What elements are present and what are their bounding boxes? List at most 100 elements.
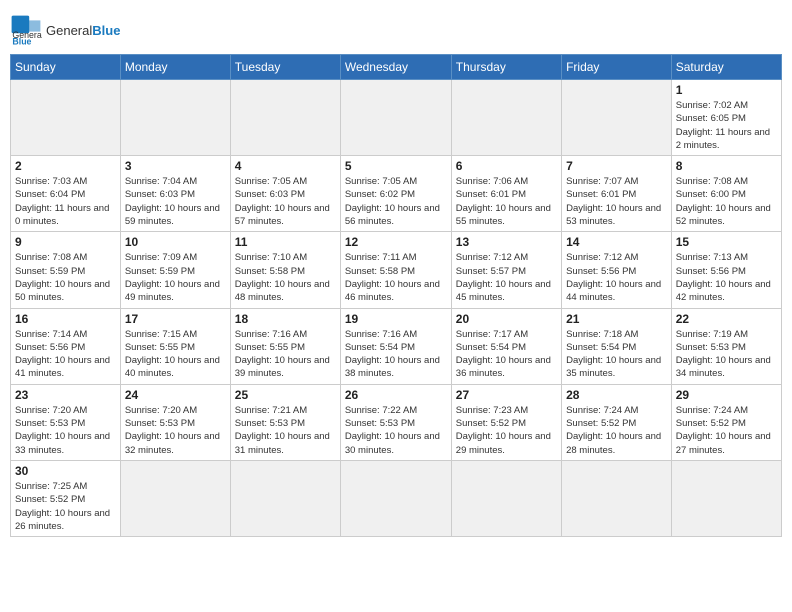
day-number: 12 bbox=[345, 235, 447, 249]
day-number: 23 bbox=[15, 388, 116, 402]
calendar-day-cell: 3Sunrise: 7:04 AMSunset: 6:03 PMDaylight… bbox=[120, 156, 230, 232]
calendar-table: SundayMondayTuesdayWednesdayThursdayFrid… bbox=[10, 54, 782, 537]
calendar-day-header: Thursday bbox=[451, 55, 561, 80]
day-info: Sunrise: 7:10 AMSunset: 5:58 PMDaylight:… bbox=[235, 251, 336, 304]
day-number: 11 bbox=[235, 235, 336, 249]
calendar-day-cell: 25Sunrise: 7:21 AMSunset: 5:53 PMDayligh… bbox=[230, 384, 340, 460]
day-info: Sunrise: 7:05 AMSunset: 6:03 PMDaylight:… bbox=[235, 175, 336, 228]
day-number: 29 bbox=[676, 388, 777, 402]
calendar-day-cell: 10Sunrise: 7:09 AMSunset: 5:59 PMDayligh… bbox=[120, 232, 230, 308]
day-info: Sunrise: 7:05 AMSunset: 6:02 PMDaylight:… bbox=[345, 175, 447, 228]
day-number: 26 bbox=[345, 388, 447, 402]
calendar-day-cell: 21 Sunrise: 7:18 AMSunset: 5:54 PMDayligh… bbox=[562, 308, 672, 384]
calendar-day-cell: 5Sunrise: 7:05 AMSunset: 6:02 PMDaylight… bbox=[340, 156, 451, 232]
day-info: Sunrise: 7:24 AMSunset: 5:52 PMDaylight:… bbox=[566, 404, 667, 457]
calendar-day-header: Sunday bbox=[11, 55, 121, 80]
calendar-day-cell bbox=[230, 460, 340, 536]
day-info: Sunrise: 7:09 AMSunset: 5:59 PMDaylight:… bbox=[125, 251, 226, 304]
day-info: Sunrise: 7:02 AMSunset: 6:05 PMDaylight:… bbox=[676, 99, 777, 152]
svg-text:Blue: Blue bbox=[12, 36, 31, 46]
calendar-day-cell: 20 Sunrise: 7:17 AMSunset: 5:54 PMDayligh… bbox=[451, 308, 561, 384]
day-number: 21 bbox=[566, 312, 667, 326]
day-info: Sunrise: 7:12 AMSunset: 5:57 PMDaylight:… bbox=[456, 251, 557, 304]
calendar-day-cell: 9 Sunrise: 7:08 AMSunset: 5:59 PMDaylight… bbox=[11, 232, 121, 308]
calendar-day-cell: 16 Sunrise: 7:14 AMSunset: 5:56 PMDayligh… bbox=[11, 308, 121, 384]
calendar-day-cell bbox=[120, 460, 230, 536]
calendar-day-header: Tuesday bbox=[230, 55, 340, 80]
header: General Blue GeneralBlue bbox=[10, 10, 782, 46]
day-info: Sunrise: 7:20 AMSunset: 5:53 PMDaylight:… bbox=[125, 404, 226, 457]
calendar-day-cell bbox=[11, 80, 121, 156]
calendar-week-row: 16 Sunrise: 7:14 AMSunset: 5:56 PMDayligh… bbox=[11, 308, 782, 384]
day-info: Sunrise: 7:17 AMSunset: 5:54 PMDaylight:… bbox=[456, 328, 557, 381]
day-number: 18 bbox=[235, 312, 336, 326]
day-number: 20 bbox=[456, 312, 557, 326]
day-number: 30 bbox=[15, 464, 116, 478]
day-info: Sunrise: 7:25 AMSunset: 5:52 PMDaylight:… bbox=[15, 480, 116, 533]
day-number: 6 bbox=[456, 159, 557, 173]
calendar-day-header: Saturday bbox=[671, 55, 781, 80]
day-info: Sunrise: 7:12 AMSunset: 5:56 PMDaylight:… bbox=[566, 251, 667, 304]
day-info: Sunrise: 7:06 AMSunset: 6:01 PMDaylight:… bbox=[456, 175, 557, 228]
calendar-week-row: 30 Sunrise: 7:25 AMSunset: 5:52 PMDayligh… bbox=[11, 460, 782, 536]
calendar-day-cell: 22Sunrise: 7:19 AMSunset: 5:53 PMDayligh… bbox=[671, 308, 781, 384]
calendar-week-row: 9 Sunrise: 7:08 AMSunset: 5:59 PMDaylight… bbox=[11, 232, 782, 308]
calendar-day-cell: 19 Sunrise: 7:16 AMSunset: 5:54 PMDayligh… bbox=[340, 308, 451, 384]
day-number: 1 bbox=[676, 83, 777, 97]
calendar-day-cell: 24 Sunrise: 7:20 AMSunset: 5:53 PMDayligh… bbox=[120, 384, 230, 460]
day-info: Sunrise: 7:24 AMSunset: 5:52 PMDaylight:… bbox=[676, 404, 777, 457]
day-info: Sunrise: 7:08 AMSunset: 5:59 PMDaylight:… bbox=[15, 251, 116, 304]
calendar-day-cell bbox=[562, 80, 672, 156]
day-info: Sunrise: 7:07 AMSunset: 6:01 PMDaylight:… bbox=[566, 175, 667, 228]
calendar-day-cell: 17 Sunrise: 7:15 AMSunset: 5:55 PMDayligh… bbox=[120, 308, 230, 384]
day-info: Sunrise: 7:22 AMSunset: 5:53 PMDaylight:… bbox=[345, 404, 447, 457]
day-number: 24 bbox=[125, 388, 226, 402]
calendar-day-cell: 27 Sunrise: 7:23 AMSunset: 5:52 PMDayligh… bbox=[451, 384, 561, 460]
day-info: Sunrise: 7:08 AMSunset: 6:00 PMDaylight:… bbox=[676, 175, 777, 228]
calendar-day-cell: 15 Sunrise: 7:13 AMSunset: 5:56 PMDayligh… bbox=[671, 232, 781, 308]
calendar-day-cell: 7Sunrise: 7:07 AMSunset: 6:01 PMDaylight… bbox=[562, 156, 672, 232]
calendar-day-cell: 8 Sunrise: 7:08 AMSunset: 6:00 PMDaylight… bbox=[671, 156, 781, 232]
day-info: Sunrise: 7:20 AMSunset: 5:53 PMDaylight:… bbox=[15, 404, 116, 457]
calendar-day-cell: 12 Sunrise: 7:11 AMSunset: 5:58 PMDayligh… bbox=[340, 232, 451, 308]
calendar-day-cell: 1 Sunrise: 7:02 AMSunset: 6:05 PMDaylight… bbox=[671, 80, 781, 156]
day-info: Sunrise: 7:03 AMSunset: 6:04 PMDaylight:… bbox=[15, 175, 116, 228]
day-info: Sunrise: 7:16 AMSunset: 5:54 PMDaylight:… bbox=[345, 328, 447, 381]
calendar-day-cell bbox=[340, 80, 451, 156]
day-info: Sunrise: 7:04 AMSunset: 6:03 PMDaylight:… bbox=[125, 175, 226, 228]
calendar-day-cell: 30 Sunrise: 7:25 AMSunset: 5:52 PMDayligh… bbox=[11, 460, 121, 536]
day-number: 19 bbox=[345, 312, 447, 326]
day-info: Sunrise: 7:14 AMSunset: 5:56 PMDaylight:… bbox=[15, 328, 116, 381]
calendar-day-cell bbox=[451, 460, 561, 536]
day-info: Sunrise: 7:13 AMSunset: 5:56 PMDaylight:… bbox=[676, 251, 777, 304]
day-info: Sunrise: 7:23 AMSunset: 5:52 PMDaylight:… bbox=[456, 404, 557, 457]
calendar-day-cell: 14 Sunrise: 7:12 AMSunset: 5:56 PMDayligh… bbox=[562, 232, 672, 308]
day-number: 16 bbox=[15, 312, 116, 326]
calendar-day-cell bbox=[120, 80, 230, 156]
day-info: Sunrise: 7:11 AMSunset: 5:58 PMDaylight:… bbox=[345, 251, 447, 304]
calendar-day-cell: 13 Sunrise: 7:12 AMSunset: 5:57 PMDayligh… bbox=[451, 232, 561, 308]
day-number: 17 bbox=[125, 312, 226, 326]
day-number: 2 bbox=[15, 159, 116, 173]
day-number: 15 bbox=[676, 235, 777, 249]
day-info: Sunrise: 7:18 AMSunset: 5:54 PMDaylight:… bbox=[566, 328, 667, 381]
day-info: Sunrise: 7:15 AMSunset: 5:55 PMDaylight:… bbox=[125, 328, 226, 381]
calendar-day-cell bbox=[340, 460, 451, 536]
calendar-week-row: 1 Sunrise: 7:02 AMSunset: 6:05 PMDaylight… bbox=[11, 80, 782, 156]
day-number: 13 bbox=[456, 235, 557, 249]
calendar-header-row: SundayMondayTuesdayWednesdayThursdayFrid… bbox=[11, 55, 782, 80]
day-number: 9 bbox=[15, 235, 116, 249]
day-number: 14 bbox=[566, 235, 667, 249]
calendar-day-cell: 26 Sunrise: 7:22 AMSunset: 5:53 PMDayligh… bbox=[340, 384, 451, 460]
page: General Blue GeneralBlue SundayMondayTue… bbox=[0, 0, 792, 612]
day-info: Sunrise: 7:21 AMSunset: 5:53 PMDaylight:… bbox=[235, 404, 336, 457]
calendar-day-cell: 2 Sunrise: 7:03 AMSunset: 6:04 PMDaylight… bbox=[11, 156, 121, 232]
calendar-day-cell: 28Sunrise: 7:24 AMSunset: 5:52 PMDayligh… bbox=[562, 384, 672, 460]
day-info: Sunrise: 7:19 AMSunset: 5:53 PMDaylight:… bbox=[676, 328, 777, 381]
calendar-day-cell bbox=[671, 460, 781, 536]
calendar-day-header: Wednesday bbox=[340, 55, 451, 80]
day-info: Sunrise: 7:16 AMSunset: 5:55 PMDaylight:… bbox=[235, 328, 336, 381]
day-number: 8 bbox=[676, 159, 777, 173]
calendar-day-cell: 4Sunrise: 7:05 AMSunset: 6:03 PMDaylight… bbox=[230, 156, 340, 232]
day-number: 27 bbox=[456, 388, 557, 402]
